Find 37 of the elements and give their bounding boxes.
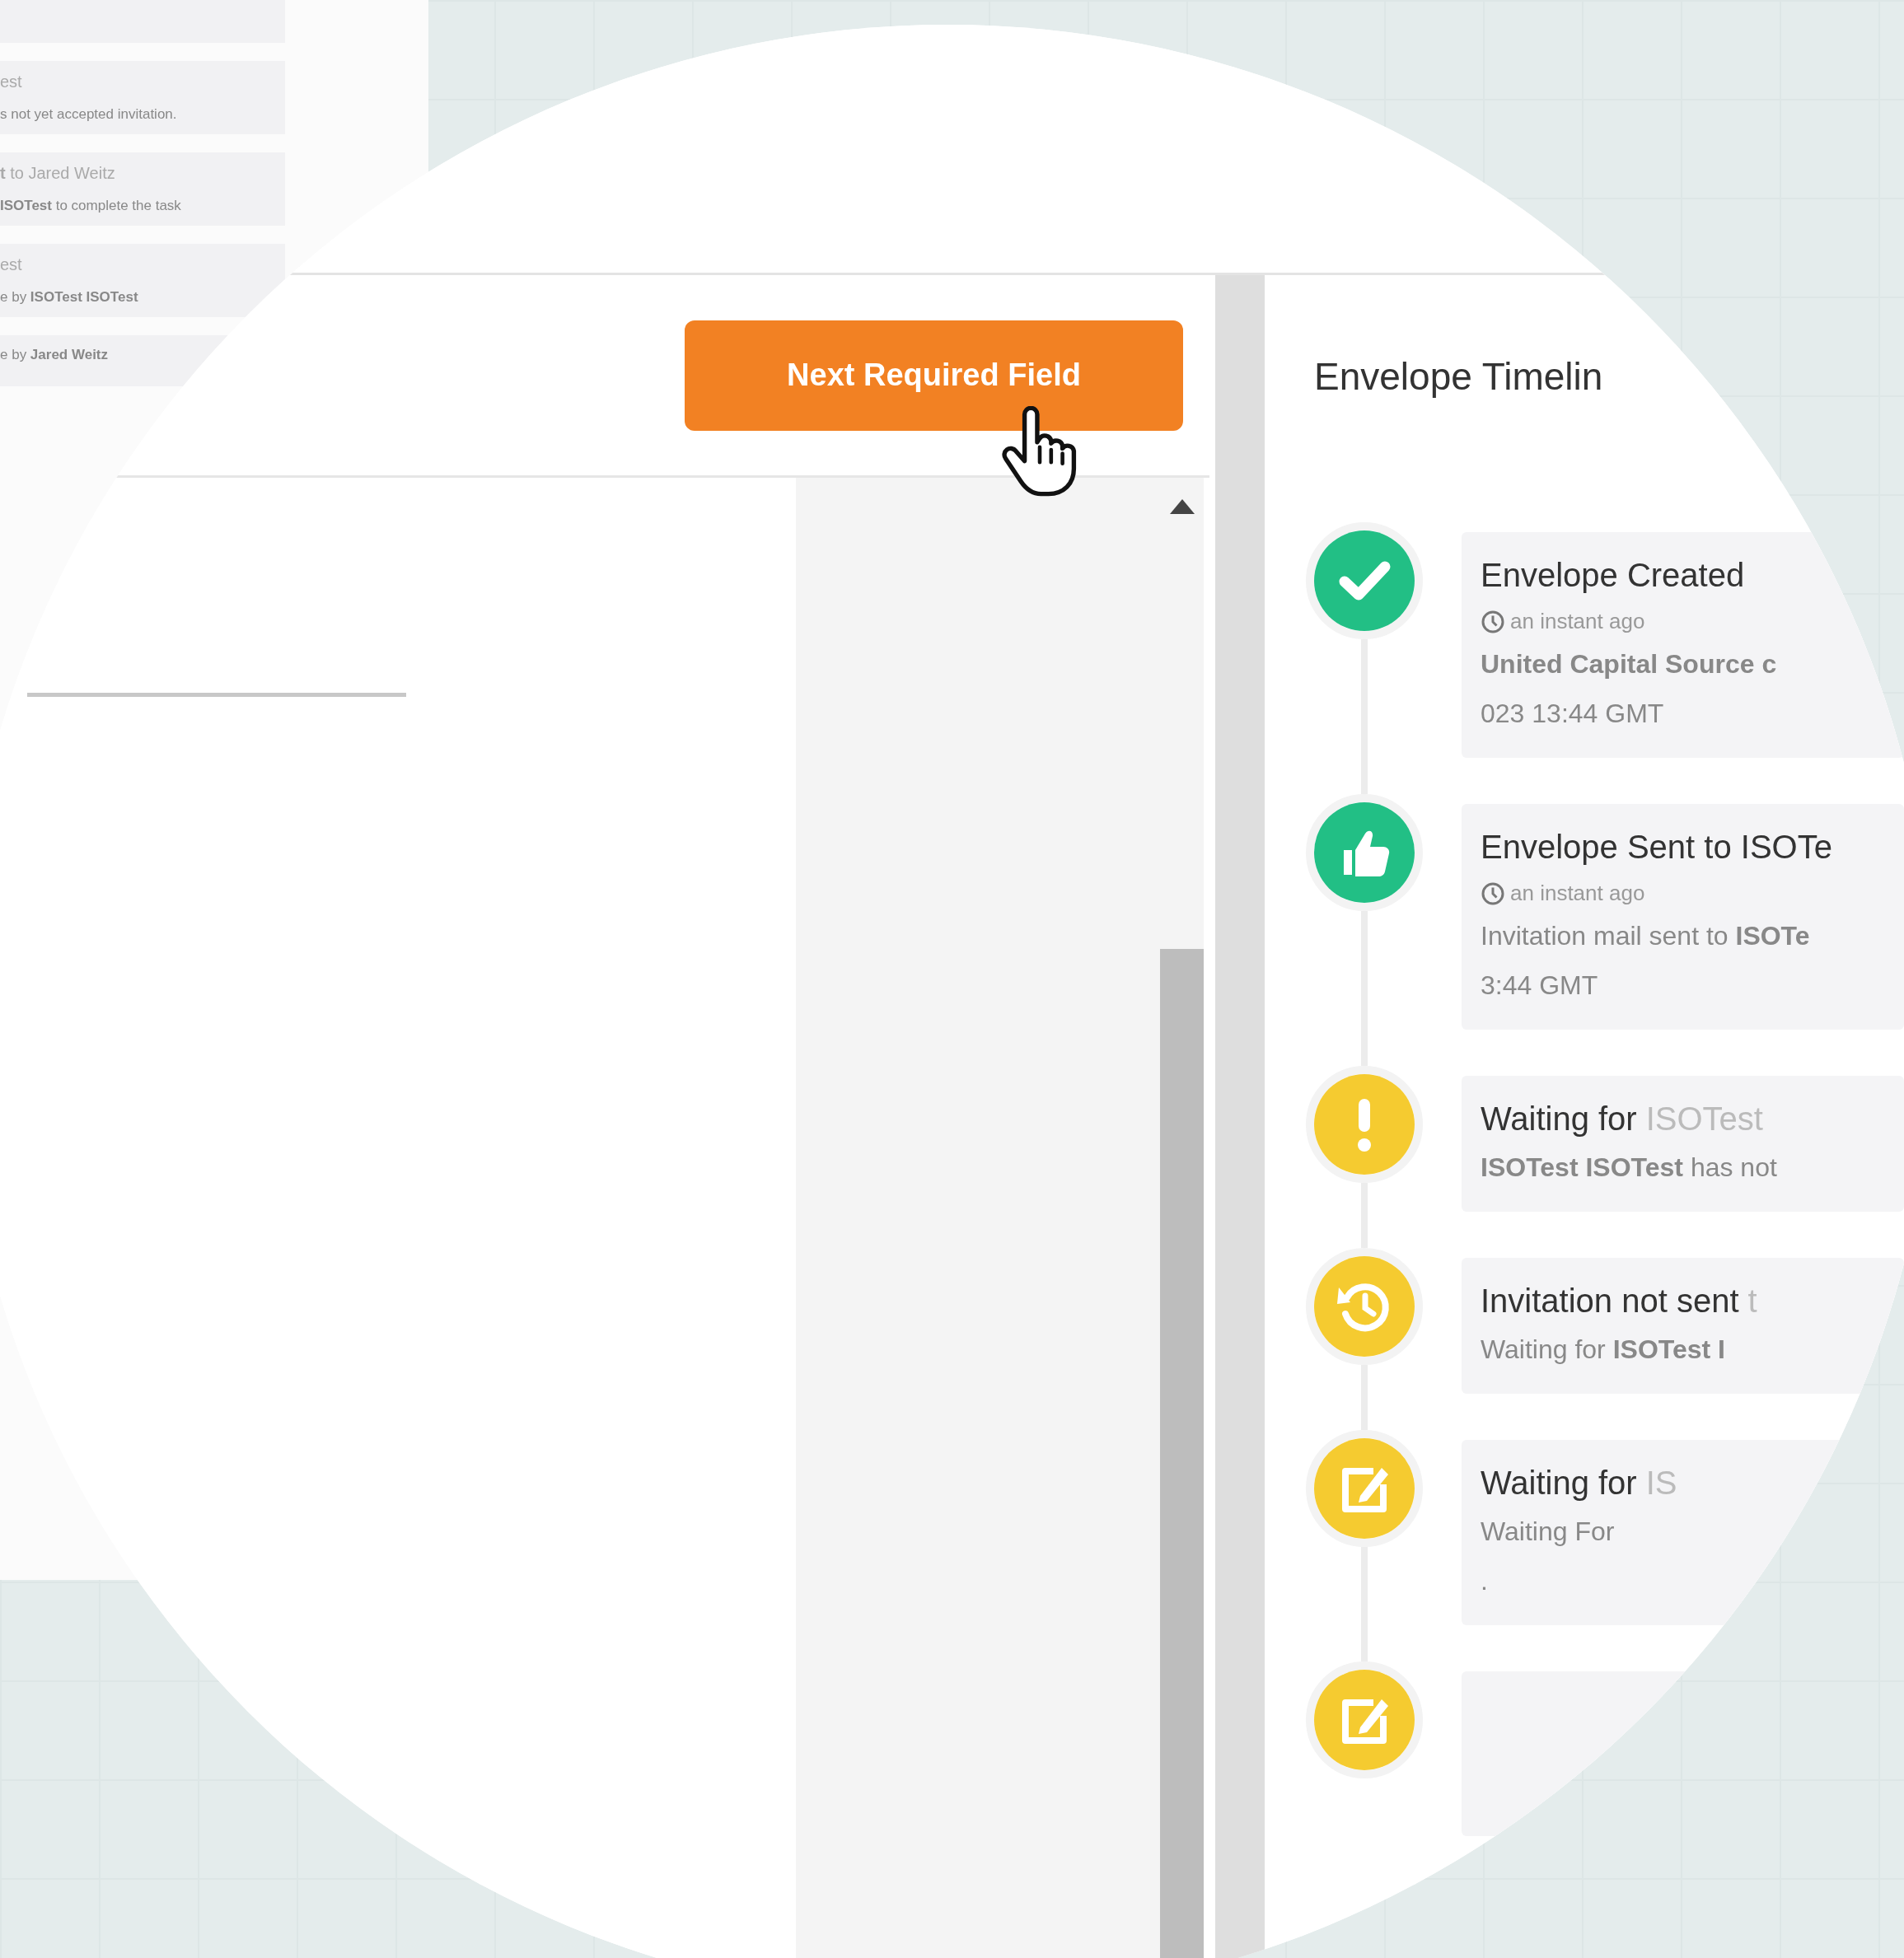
clock-icon [1481,609,1505,634]
event-recipient: ISOTest [1645,1100,1763,1138]
event-detail: Invitation mail sent to ISOTe [1481,920,1810,952]
event-time: an instant ago [1510,609,1645,634]
activity-text: e by ISOTest ISOTest [0,289,139,306]
event-recipient: IS [1645,1465,1677,1502]
event-detail: 3:44 GMT [1481,970,1598,1002]
event-detail: 023 13:44 GMT [1481,698,1664,730]
event-title: Envelope Sent to ISOTe [1481,829,1832,866]
edit-icon [1314,1670,1415,1770]
activity-title: t to Jared Weitz [0,164,116,183]
event-title: Waiting for [1481,1465,1637,1502]
activity-title: est [0,72,23,91]
event-detail: Waiting For [1481,1516,1615,1548]
event-time: an instant ago [1510,881,1645,906]
timeline-heading: Envelope Timelin [1314,354,1604,399]
event-recipient: t [1747,1283,1757,1320]
event-detail: ISOTest ISOTest has not [1481,1152,1777,1184]
history-icon [1314,1256,1415,1357]
exclamation-icon [1314,1074,1415,1175]
event-title: Envelope Created [1481,557,1745,594]
edit-icon [1314,1438,1415,1539]
activity-title: est [0,255,23,274]
activity-text: ISOTest to complete the task [0,198,182,214]
event-title: Waiting for [1481,1100,1637,1138]
event-detail: United Capital Source c [1481,648,1777,680]
check-icon [1314,530,1415,631]
activity-text: e by Jared Weitz [0,347,110,363]
thumbs-up-icon [1314,802,1415,903]
scrollbar-thumb[interactable] [1160,949,1204,1958]
scroll-up-icon[interactable] [1169,499,1195,514]
event-detail: Waiting for ISOTest I [1481,1334,1725,1366]
event-detail: . [1481,1565,1488,1597]
clock-icon [1481,881,1505,906]
activity-text: s not yet accepted invitation. [0,106,178,123]
event-title: Invitation not sent [1481,1283,1739,1320]
next-required-field-button[interactable]: Next Required Field [685,320,1183,431]
